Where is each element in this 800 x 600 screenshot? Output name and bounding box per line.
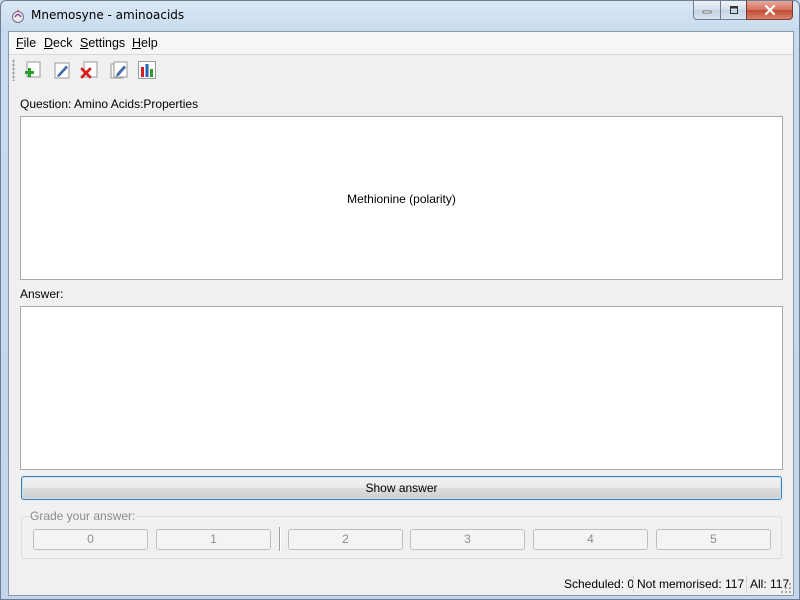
- grade-button-1[interactable]: 1: [156, 529, 271, 550]
- grade-group: Grade your answer: 0 1 2 3 4 5: [21, 509, 782, 559]
- grade-button-3[interactable]: 3: [410, 529, 525, 550]
- edit-deck-icon: [110, 61, 128, 79]
- grade-button-2[interactable]: 2: [288, 529, 403, 550]
- status-not-memorised: Not memorised: 117: [637, 577, 745, 591]
- close-button[interactable]: [746, 1, 793, 20]
- grade-button-4[interactable]: 4: [533, 529, 648, 550]
- maximize-button[interactable]: [720, 1, 746, 20]
- maximize-icon: [729, 6, 738, 14]
- title-bar[interactable]: Mnemosyne - aminoacids: [1, 1, 799, 31]
- delete-card-icon: [80, 61, 98, 79]
- menu-bar: File Deck Settings Help: [9, 32, 793, 55]
- main-window: Mnemosyne - aminoacids File Deck Setting…: [0, 0, 800, 600]
- window-title: Mnemosyne - aminoacids: [31, 8, 185, 22]
- status-scheduled: Scheduled: 0: [564, 577, 635, 591]
- menu-settings[interactable]: Settings: [80, 36, 125, 50]
- edit-card-icon: [54, 62, 70, 79]
- minimize-icon: [702, 10, 712, 14]
- question-text: Methionine (polarity): [347, 192, 456, 206]
- grade-legend: Grade your answer:: [28, 509, 138, 523]
- client-area: File Deck Settings Help Question: Amino …: [8, 31, 794, 596]
- size-grip-icon[interactable]: [780, 582, 792, 594]
- question-panel[interactable]: Methionine (polarity): [20, 116, 783, 280]
- answer-label: Answer:: [20, 287, 64, 301]
- close-icon: [764, 4, 775, 16]
- toolbar: [9, 55, 793, 86]
- grade-button-0[interactable]: 0: [33, 529, 148, 550]
- edit-card-button[interactable]: [51, 59, 73, 81]
- show-answer-button[interactable]: Show answer: [21, 476, 782, 500]
- question-label: Question: Amino Acids:Properties: [20, 97, 199, 111]
- add-card-button[interactable]: [22, 59, 44, 81]
- status-separator: [746, 575, 747, 593]
- app-icon[interactable]: [10, 8, 26, 24]
- statistics-button[interactable]: [136, 59, 158, 81]
- menu-help[interactable]: Help: [132, 36, 158, 50]
- grade-button-5[interactable]: 5: [656, 529, 771, 550]
- statistics-icon: [138, 61, 156, 79]
- delete-card-button[interactable]: [79, 59, 101, 81]
- minimize-button[interactable]: [693, 1, 720, 20]
- edit-deck-button[interactable]: [108, 59, 130, 81]
- answer-panel[interactable]: [20, 306, 783, 470]
- toolbar-grip[interactable]: [12, 59, 15, 81]
- grade-separator: [279, 527, 281, 551]
- add-card-icon: [25, 61, 41, 78]
- status-separator: [633, 575, 634, 593]
- caption-buttons: [693, 1, 793, 21]
- menu-file[interactable]: File: [16, 36, 36, 50]
- menu-deck[interactable]: Deck: [44, 36, 72, 50]
- status-bar: Scheduled: 0 Not memorised: 117 All: 117: [9, 572, 793, 595]
